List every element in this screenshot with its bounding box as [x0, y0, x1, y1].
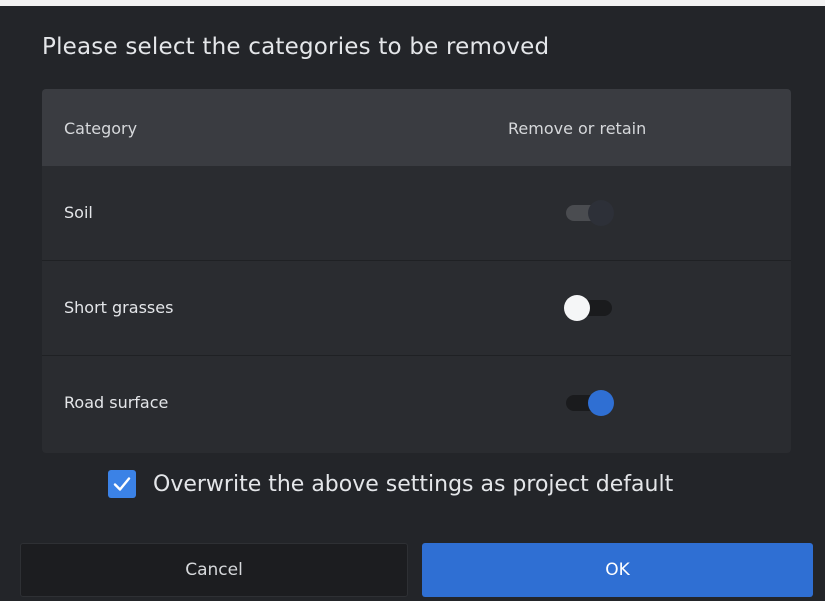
- table-row-soil: Soil: [42, 166, 791, 261]
- column-header-remove-or-retain: Remove or retain: [508, 119, 647, 138]
- row-label: Road surface: [64, 393, 169, 412]
- project-default-checkbox-row[interactable]: Overwrite the above settings as project …: [108, 469, 673, 499]
- table-row-short-grasses: Short grasses: [42, 261, 791, 356]
- soil-toggle[interactable]: [564, 200, 614, 226]
- row-label: Soil: [64, 203, 93, 222]
- short-grasses-toggle[interactable]: [564, 295, 614, 321]
- row-label: Short grasses: [64, 298, 174, 317]
- table-header: Category Remove or retain: [42, 89, 791, 166]
- toggle-knob: [588, 390, 614, 416]
- column-header-category: Category: [64, 119, 138, 138]
- check-icon: [113, 477, 131, 491]
- project-default-checkbox[interactable]: [108, 470, 136, 498]
- checkbox-label: Overwrite the above settings as project …: [153, 471, 674, 497]
- ok-button[interactable]: OK: [422, 543, 813, 597]
- remove-categories-dialog: Please select the categories to be remov…: [0, 6, 825, 601]
- toggle-knob: [588, 200, 614, 226]
- dialog-title: Please select the categories to be remov…: [42, 34, 550, 60]
- cancel-button[interactable]: Cancel: [20, 543, 408, 597]
- road-surface-toggle[interactable]: [564, 390, 614, 416]
- toggle-knob: [564, 295, 590, 321]
- table-row-road-surface: Road surface: [42, 356, 791, 450]
- categories-table: Category Remove or retain Soil Short gra…: [42, 89, 791, 453]
